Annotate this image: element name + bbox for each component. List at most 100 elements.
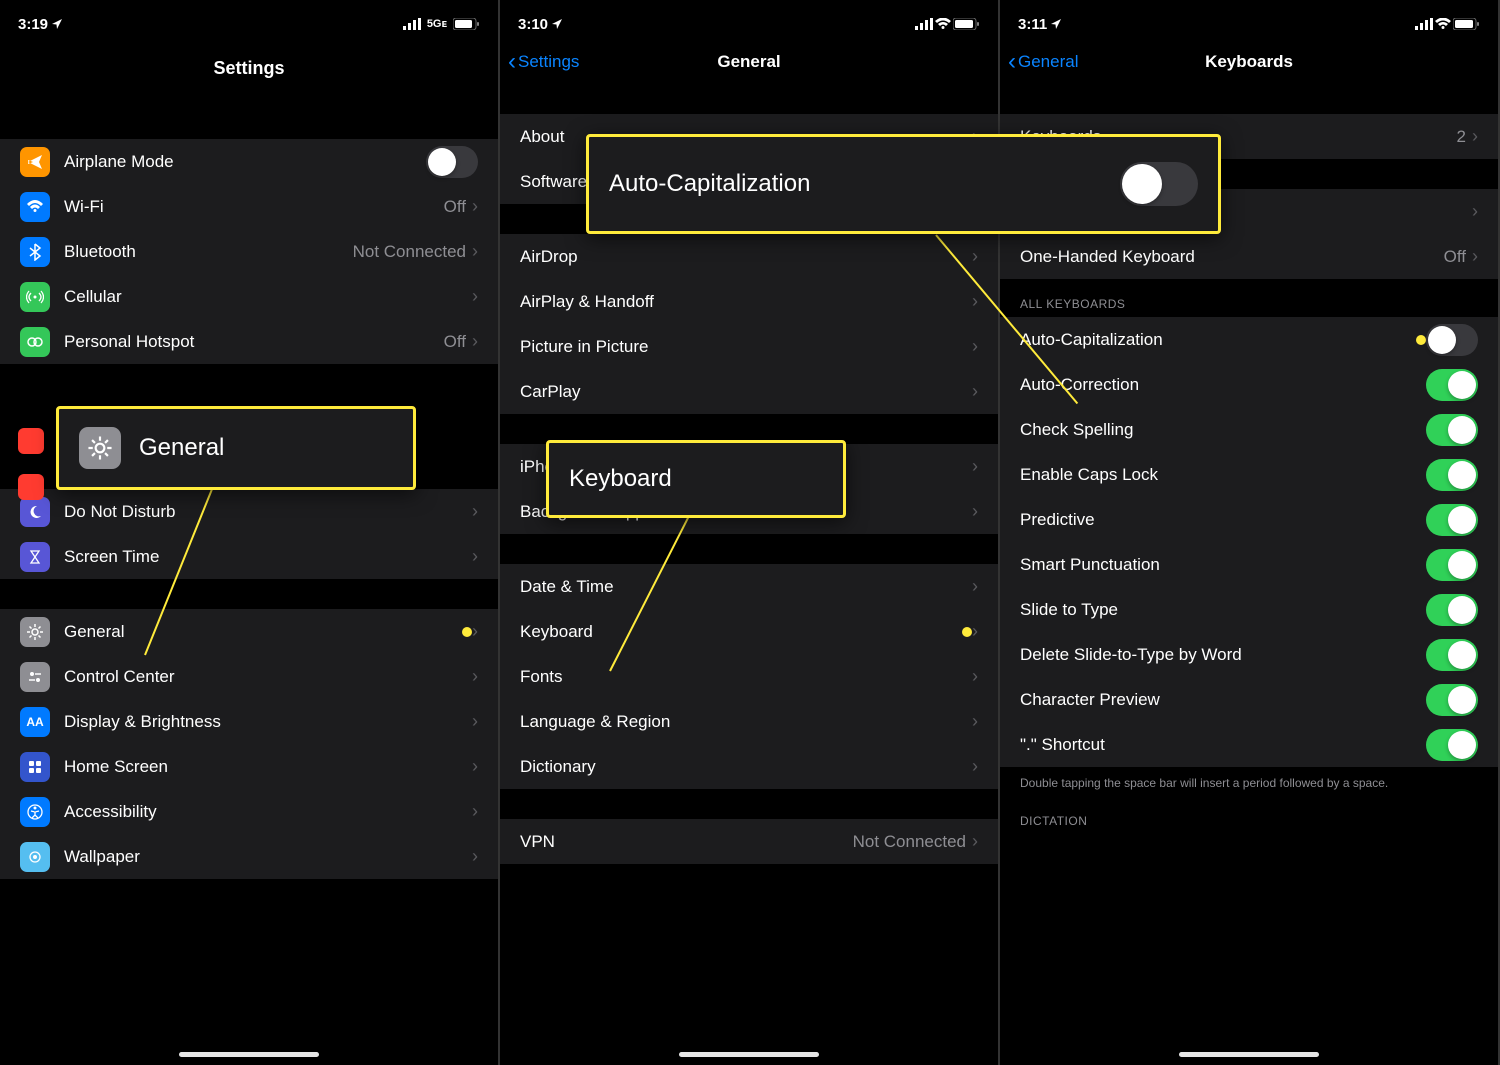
toggle-predictive[interactable] [1426,504,1478,536]
row-bluetooth[interactable]: Bluetooth Not Connected › [0,229,498,274]
chevron-right-icon: › [972,246,978,267]
toggle-preview[interactable] [1426,684,1478,716]
row-vpn[interactable]: VPNNot Connected› [500,819,998,864]
status-bar: 3:19 5Gᴇ [0,0,498,40]
gear-icon [20,617,50,647]
row-label: General [64,622,454,642]
chevron-right-icon: › [972,711,978,732]
row-caps-lock[interactable]: Enable Caps Lock [1000,452,1498,497]
row-slide-to-type[interactable]: Slide to Type [1000,587,1498,632]
chevron-right-icon: › [972,621,978,642]
toggle-capslock[interactable] [1426,459,1478,491]
row-hotspot[interactable]: Personal Hotspot Off › [0,319,498,364]
row-dictionary[interactable]: Dictionary› [500,744,998,789]
row-label: Date & Time [520,577,972,597]
toggle-smartpunc[interactable] [1426,549,1478,581]
chevron-right-icon: › [972,576,978,597]
row-label: One-Handed Keyboard [1020,247,1444,267]
row-pip[interactable]: Picture in Picture› [500,324,998,369]
row-label: AirDrop [520,247,972,267]
wallpaper-icon [20,842,50,872]
row-label: Wallpaper [64,847,472,867]
chevron-right-icon: › [972,291,978,312]
row-wifi[interactable]: Wi-Fi Off › [0,184,498,229]
row-detail: Off [444,197,466,217]
nav-back-button[interactable]: ‹ Settings [508,50,579,74]
chevron-right-icon: › [472,241,478,262]
toggle-autocorrect[interactable] [1426,369,1478,401]
row-detail: Off [1444,247,1466,267]
row-one-handed[interactable]: One-Handed KeyboardOff› [1000,234,1498,279]
section-all-keyboards: ALL KEYBOARDS [1000,279,1498,317]
toggle-shortcut[interactable] [1426,729,1478,761]
row-general[interactable]: General › [0,609,498,654]
row-dnd[interactable]: Do Not Disturb › [0,489,498,534]
row-check-spelling[interactable]: Check Spelling [1000,407,1498,452]
row-label: Delete Slide-to-Type by Word [1020,645,1426,665]
row-label: Character Preview [1020,690,1426,710]
location-icon [552,19,562,29]
row-cellular[interactable]: Cellular › [0,274,498,319]
row-screentime[interactable]: Screen Time › [0,534,498,579]
location-icon [52,19,62,29]
row-carplay[interactable]: CarPlay› [500,369,998,414]
row-label: Bluetooth [64,242,353,262]
row-homescreen[interactable]: Home Screen › [0,744,498,789]
row-character-preview[interactable]: Character Preview [1000,677,1498,722]
toggle-spell[interactable] [1426,414,1478,446]
chevron-right-icon: › [972,456,978,477]
chevron-right-icon: › [472,331,478,352]
row-label: Personal Hotspot [64,332,444,352]
row-fonts[interactable]: Fonts› [500,654,998,699]
callout-toggle[interactable] [1120,162,1198,206]
nav-back-button[interactable]: ‹ General [1008,50,1078,74]
row-label: "." Shortcut [1020,735,1426,755]
row-airplane-mode[interactable]: Airplane Mode [0,139,498,184]
airplane-toggle[interactable] [426,146,478,178]
status-time: 3:19 [18,16,48,33]
phone-settings: 3:19 5Gᴇ Settings Airplane Mode [0,0,500,1065]
chevron-right-icon: › [972,666,978,687]
hourglass-icon [20,542,50,572]
row-airdrop[interactable]: AirDrop› [500,234,998,279]
callout-label: Keyboard [569,465,823,493]
wifi-icon [20,192,50,222]
chevron-right-icon: › [472,801,478,822]
row-keyboard[interactable]: Keyboard› [500,609,998,654]
row-smart-punctuation[interactable]: Smart Punctuation [1000,542,1498,587]
row-display[interactable]: AA Display & Brightness › [0,699,498,744]
home-indicator [679,1052,819,1057]
toggle-autocap[interactable] [1426,324,1478,356]
row-accessibility[interactable]: Accessibility › [0,789,498,834]
chevron-right-icon: › [1472,126,1478,147]
row-controlcenter[interactable]: Control Center › [0,654,498,699]
chevron-right-icon: › [472,286,478,307]
row-label: Airplane Mode [64,152,426,172]
callout-label: General [139,434,393,462]
row-label: Display & Brightness [64,712,472,732]
row-shortcut[interactable]: "." Shortcut [1000,722,1498,767]
row-airplay[interactable]: AirPlay & Handoff› [500,279,998,324]
row-wallpaper[interactable]: Wallpaper › [0,834,498,879]
nav-back-label: General [1018,52,1078,72]
bluetooth-icon [20,237,50,267]
row-label: Enable Caps Lock [1020,465,1426,485]
nav-bar: ‹ Settings General [500,40,998,84]
row-delete-slide[interactable]: Delete Slide-to-Type by Word [1000,632,1498,677]
row-datetime[interactable]: Date & Time› [500,564,998,609]
row-auto-capitalization[interactable]: Auto-Capitalization [1000,317,1498,362]
toggle-slide[interactable] [1426,594,1478,626]
callout-general: General [56,406,416,490]
row-language[interactable]: Language & Region› [500,699,998,744]
toggle-deleteslide[interactable] [1426,639,1478,671]
status-time: 3:10 [518,16,548,33]
chevron-right-icon: › [472,711,478,732]
row-label: Check Spelling [1020,420,1426,440]
page-title: Settings [0,40,498,89]
page-title: Keyboards [1205,52,1293,72]
status-time: 3:11 [1018,16,1047,33]
nav-back-label: Settings [518,52,579,72]
chevron-right-icon: › [472,501,478,522]
row-predictive[interactable]: Predictive [1000,497,1498,542]
row-label: Smart Punctuation [1020,555,1426,575]
